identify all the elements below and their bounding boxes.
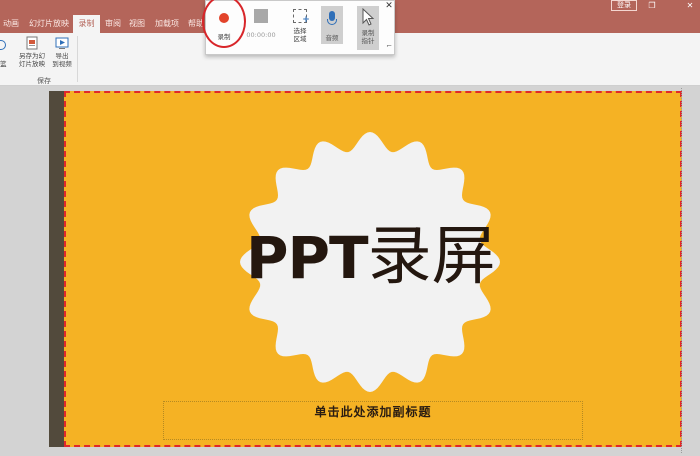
save-as-show-icon <box>26 36 38 50</box>
microphone-stand-icon <box>327 19 337 25</box>
record-pointer-button[interactable]: 录制 指针 <box>357 6 379 50</box>
partial-ribbon-button[interactable]: 篮 <box>0 36 8 76</box>
plus-icon: + <box>302 15 310 25</box>
export-video-icon <box>55 37 69 49</box>
audio-toggle-button[interactable]: 音频 <box>321 6 343 44</box>
save-as-show-button[interactable]: 另存为幻 灯片放映 <box>17 36 47 76</box>
select-area-label: 选择 区域 <box>293 27 307 43</box>
audio-wave-icon <box>0 40 6 50</box>
pin-icon[interactable]: ⌐ <box>384 41 394 51</box>
tab-addins[interactable]: 加载项 <box>152 14 182 33</box>
save-as-show-label: 另存为幻 灯片放映 <box>19 52 45 68</box>
restore-window-button[interactable]: ❐ <box>645 0 659 12</box>
partial-button-label: 篮 <box>0 60 7 68</box>
export-video-label: 导出 到视频 <box>52 52 72 68</box>
close-icon[interactable]: ✕ <box>384 1 394 11</box>
powerpoint-window: 动画 幻灯片放映 录制 审阅 视图 加载项 帮助 登录 ❐ ✕ 篮 另存为幻 灯… <box>0 0 700 456</box>
recording-toolbar: 录制 00:00:00 + 选择 区域 音频 录制 指针 ✕ ⌐ <box>202 0 395 56</box>
group-save-label: 保存 <box>37 77 51 85</box>
slide-title[interactable]: PPT录屏 <box>246 221 506 293</box>
select-area-button[interactable]: + 选择 区域 <box>286 1 314 51</box>
tab-view[interactable]: 视图 <box>126 14 148 33</box>
ribbon-group-divider <box>77 36 78 82</box>
highlight-circle <box>202 0 246 48</box>
slide-title-latin: PPT <box>246 224 369 292</box>
close-window-button[interactable]: ✕ <box>683 0 697 12</box>
tab-recording[interactable]: 录制 <box>73 15 100 33</box>
slide-edge-guide <box>681 88 682 453</box>
subtitle-placeholder-text[interactable]: 单击此处添加副标题 <box>163 404 583 420</box>
tab-review[interactable]: 审阅 <box>102 14 124 33</box>
slide-title-cjk: 录屏 <box>367 220 496 294</box>
tab-animations[interactable]: 动画 <box>0 14 22 33</box>
record-button[interactable]: 录制 <box>202 0 246 56</box>
audio-label: 音频 <box>325 34 339 42</box>
record-pointer-label: 录制 指针 <box>361 29 375 45</box>
recording-timer: 00:00:00 <box>246 31 276 39</box>
slide-panel-gutter <box>49 91 64 447</box>
signin-button[interactable]: 登录 <box>611 0 637 11</box>
tab-slideshow[interactable]: 幻灯片放映 <box>28 14 70 33</box>
pointer-icon <box>362 8 375 26</box>
stop-icon[interactable] <box>254 9 268 23</box>
export-video-button[interactable]: 导出 到视频 <box>47 36 77 76</box>
